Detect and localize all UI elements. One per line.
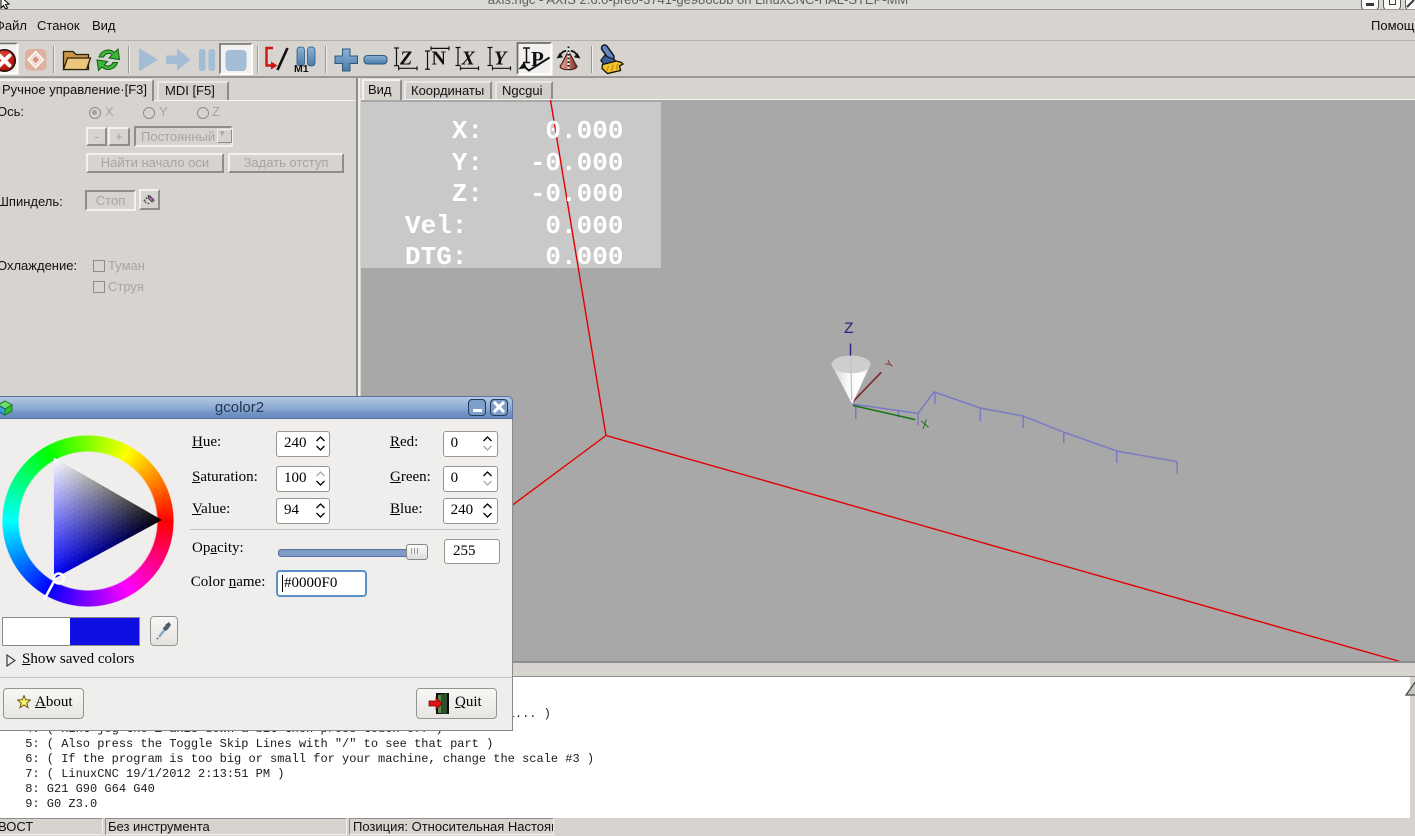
svg-text:P: P	[531, 47, 544, 71]
svg-text:X: X	[920, 417, 931, 432]
svg-text:Z: Z	[844, 320, 854, 338]
svg-text:Y: Y	[884, 358, 898, 371]
svg-text:M1: M1	[294, 63, 309, 75]
svg-text:X: X	[461, 48, 476, 70]
svg-text:Z: Z	[399, 48, 412, 70]
svg-text:N: N	[432, 48, 447, 70]
svg-text:Y: Y	[494, 48, 508, 70]
